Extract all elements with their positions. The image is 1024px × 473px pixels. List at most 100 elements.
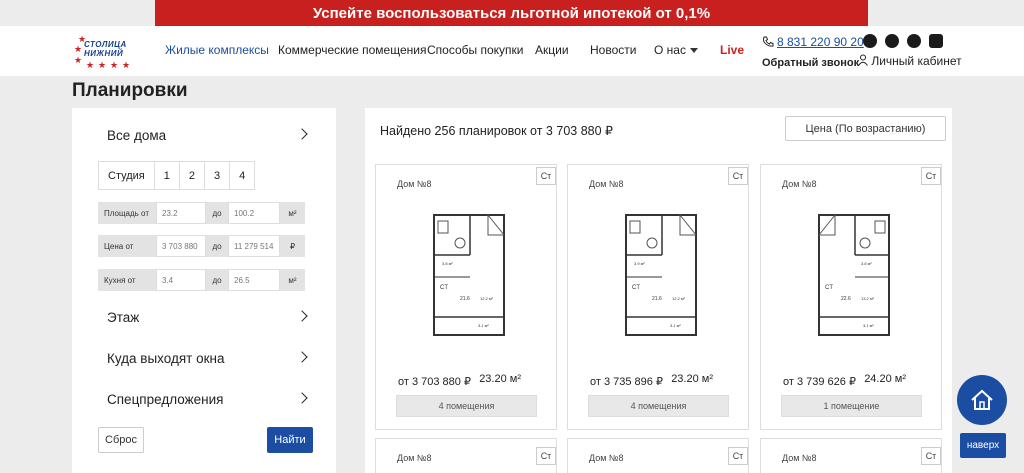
phone-link[interactable]: 8 831 220 90 20 xyxy=(777,35,864,49)
results-count: Найдено 256 планировок от 3 703 880 ₽ xyxy=(380,124,613,138)
star-icon: ★ xyxy=(86,60,95,70)
sort-select[interactable]: Цена (По возрастанию) xyxy=(785,116,946,141)
card-price: от 3 739 626 ₽ xyxy=(783,376,856,388)
home-fab-button[interactable] xyxy=(957,375,1007,425)
price-to-input[interactable]: 11 279 514 xyxy=(228,235,280,257)
room-studio[interactable]: Студия xyxy=(99,162,155,189)
price-to-label: до xyxy=(206,235,228,257)
plus-icon[interactable] xyxy=(929,34,943,48)
kitchen-to-input[interactable]: 26.5 xyxy=(228,269,280,291)
callback-link[interactable]: Обратный звонок xyxy=(762,57,859,69)
layout-card[interactable]: Дом №8 Ст xyxy=(375,438,557,473)
room-4[interactable]: 4 xyxy=(230,162,254,189)
nav-residential[interactable]: Жилые комплексы xyxy=(165,43,269,57)
ok-icon[interactable] xyxy=(885,34,899,48)
layout-card[interactable]: Дом №8 Ст xyxy=(760,438,942,473)
nav-promotions[interactable]: Акции xyxy=(535,43,569,57)
personal-account-link[interactable]: Личный кабинет xyxy=(858,54,962,68)
star-icon: ★ xyxy=(98,60,107,70)
telegram-icon[interactable] xyxy=(907,34,921,48)
floor-plan-image: CT 22.6 13.2 м² 3.1 м² 3.8 м² xyxy=(817,213,890,336)
logo-text: СТОЛИЦА НИЖНИЙ xyxy=(84,40,127,58)
star-icon: ★ xyxy=(122,60,131,70)
card-price: от 3 703 880 ₽ xyxy=(398,376,471,388)
kitchen-label: Кухня от xyxy=(98,269,156,291)
area-to-input[interactable]: 100.2 xyxy=(228,202,280,224)
phone-icon xyxy=(763,36,774,47)
card-area: 24.20 м² xyxy=(864,373,906,385)
card-rooms-button[interactable]: 4 помещения xyxy=(396,395,537,417)
kitchen-range: Кухня от 3.4 до 26.5 м² xyxy=(98,269,305,291)
nav-commercial[interactable]: Коммерческие помещения xyxy=(278,43,426,57)
card-house: Дом №8 xyxy=(397,179,432,189)
svg-text:12.2 м²: 12.2 м² xyxy=(480,296,494,301)
filter-windows[interactable]: Куда выходят окна xyxy=(107,351,307,366)
svg-text:3.8 м²: 3.8 м² xyxy=(861,261,872,266)
rooms-selector: Студия 1 2 3 4 xyxy=(98,161,256,190)
svg-text:21.6: 21.6 xyxy=(652,296,662,302)
floor-plan-image: CT 21.6 12.2 м² 3.1 м² 3.9 м² xyxy=(625,213,698,336)
card-type-tag: Ст xyxy=(921,167,941,185)
floor-plan-image: CT 21.6 12.2 м² 3.1 м² 3.8 м² xyxy=(433,213,506,336)
filter-floor[interactable]: Этаж xyxy=(107,310,307,325)
area-label: Площадь от xyxy=(98,202,156,224)
card-rooms-button[interactable]: 4 помещения xyxy=(588,395,729,417)
kitchen-from-input[interactable]: 3.4 xyxy=(156,269,206,291)
page-title: Планировки xyxy=(72,80,188,101)
price-from-input[interactable]: 3 703 880 xyxy=(156,235,206,257)
svg-text:CT: CT xyxy=(632,285,640,291)
star-icon: ★ xyxy=(74,55,83,65)
price-label: Цена от xyxy=(98,235,156,257)
room-2[interactable]: 2 xyxy=(180,162,206,189)
area-unit: м² xyxy=(280,202,305,224)
nav-purchase[interactable]: Способы покупки xyxy=(427,43,524,57)
layout-card[interactable]: Дом №8 Ст xyxy=(567,438,749,473)
nav-live[interactable]: Live xyxy=(720,43,744,57)
card-area: 23.20 м² xyxy=(479,373,521,385)
price-unit: ₽ xyxy=(280,235,305,257)
site-header: ★ ★ ★ ★ ★ ★ ★ СТОЛИЦА НИЖНИЙ Жилые компл… xyxy=(0,26,1024,76)
price-range: Цена от 3 703 880 до 11 279 514 ₽ xyxy=(98,235,305,257)
card-house: Дом №8 xyxy=(589,453,624,463)
svg-text:12.2 м²: 12.2 м² xyxy=(672,296,686,301)
nav-about-label: О нас xyxy=(654,43,686,57)
card-house: Дом №8 xyxy=(589,179,624,189)
house-icon xyxy=(971,389,993,410)
star-icon: ★ xyxy=(110,60,119,70)
logo[interactable]: ★ ★ ★ ★ ★ ★ ★ СТОЛИЦА НИЖНИЙ xyxy=(72,32,134,70)
card-type-tag: Ст xyxy=(536,167,556,185)
promo-banner[interactable]: Успейте воспользоваться льготной ипотеко… xyxy=(155,0,868,26)
reset-button[interactable]: Сброс xyxy=(98,427,144,453)
personal-account-label: Личный кабинет xyxy=(871,54,962,68)
layout-card[interactable]: Дом №8 Ст CT 22.6 13.2 м² 3.1 м² 3.8 м² … xyxy=(760,164,942,430)
card-area: 23.20 м² xyxy=(671,373,713,385)
svg-text:3.9 м²: 3.9 м² xyxy=(634,261,645,266)
promo-text: Успейте воспользоваться льготной ипотеко… xyxy=(312,4,711,22)
svg-text:21.6: 21.6 xyxy=(460,296,470,302)
vk-icon[interactable] xyxy=(863,34,877,48)
room-3[interactable]: 3 xyxy=(205,162,231,189)
svg-text:22.6: 22.6 xyxy=(841,296,851,302)
filter-special[interactable]: Спецпредложения xyxy=(107,392,307,407)
card-type-tag: Ст xyxy=(536,447,556,465)
nav-about[interactable]: О нас xyxy=(654,43,698,57)
room-1[interactable]: 1 xyxy=(155,162,180,189)
kitchen-unit: м² xyxy=(280,269,305,291)
chevron-down-icon xyxy=(689,48,698,54)
filter-windows-label: Куда выходят окна xyxy=(107,351,225,366)
find-button[interactable]: Найти xyxy=(267,427,313,453)
filter-special-label: Спецпредложения xyxy=(107,392,224,407)
filter-all-houses[interactable]: Все дома xyxy=(107,128,307,143)
layout-card[interactable]: Дом №8 Ст CT 21.6 12.2 м² 3.1 м² 3.8 м² … xyxy=(375,164,557,430)
nav-news[interactable]: Новости xyxy=(590,43,636,57)
svg-text:CT: CT xyxy=(440,285,448,291)
card-rooms-button[interactable]: 1 помещение xyxy=(781,395,922,417)
area-to-label: до xyxy=(206,202,228,224)
scroll-top-button[interactable]: наверх xyxy=(960,433,1006,458)
area-from-input[interactable]: 23.2 xyxy=(156,202,206,224)
svg-text:CT: CT xyxy=(825,285,833,291)
card-house: Дом №8 xyxy=(782,453,817,463)
card-price: от 3 735 896 ₽ xyxy=(590,376,663,388)
layout-card[interactable]: Дом №8 Ст CT 21.6 12.2 м² 3.1 м² 3.9 м² … xyxy=(567,164,749,430)
results-panel: Найдено 256 планировок от 3 703 880 ₽ Це… xyxy=(365,108,952,473)
